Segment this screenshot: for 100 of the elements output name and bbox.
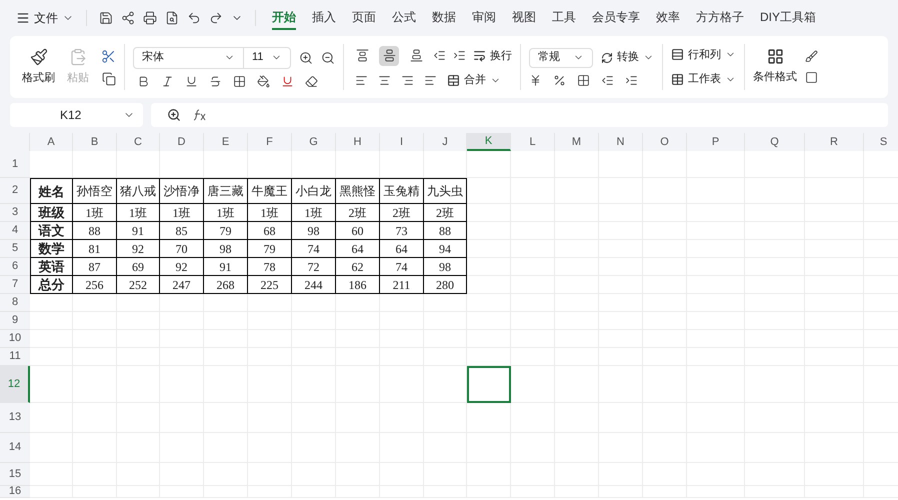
empty-cell[interactable] [248, 294, 292, 312]
empty-cell[interactable] [292, 294, 336, 312]
number-format-field[interactable]: 常规 [529, 48, 593, 68]
column-header[interactable]: K [467, 133, 511, 151]
empty-cell[interactable] [511, 366, 555, 403]
brush-icon[interactable] [30, 48, 48, 66]
ribbon-tab[interactable]: 开始 [272, 6, 296, 30]
row-header[interactable]: 8 [0, 294, 30, 312]
row-header[interactable]: 11 [0, 348, 30, 366]
column-header[interactable]: L [511, 133, 555, 151]
empty-cell[interactable] [248, 151, 292, 178]
empty-cell[interactable] [511, 403, 555, 433]
empty-cell[interactable] [467, 222, 511, 240]
empty-cell[interactable] [292, 151, 336, 178]
empty-cell[interactable] [467, 178, 511, 204]
column-header[interactable]: N [599, 133, 643, 151]
row-header[interactable]: 5 [0, 240, 30, 258]
empty-cell[interactable] [687, 151, 745, 178]
row-header[interactable]: 14 [0, 433, 30, 463]
ribbon-tab[interactable]: 审阅 [472, 6, 496, 30]
column-header[interactable]: A [30, 133, 73, 151]
print-preview-icon[interactable] [165, 11, 179, 25]
row-header[interactable]: 15 [0, 463, 30, 486]
ribbon-tab[interactable]: 数据 [432, 6, 456, 30]
column-header[interactable]: P [687, 133, 745, 151]
copy-icon[interactable] [102, 72, 116, 86]
rows-columns-button[interactable]: 行和列 [671, 46, 736, 63]
empty-cell[interactable] [467, 294, 511, 312]
empty-cell[interactable] [73, 151, 117, 178]
empty-cell[interactable] [336, 151, 380, 178]
row-header[interactable]: 16 [0, 486, 30, 498]
empty-cell[interactable] [467, 276, 511, 294]
empty-cell[interactable] [73, 294, 117, 312]
ribbon-tab[interactable]: DIY工具箱 [760, 6, 816, 30]
empty-cell[interactable] [805, 151, 864, 178]
align-button[interactable] [379, 46, 399, 66]
ribbon-tab[interactable]: 效率 [656, 6, 680, 30]
ribbon-tab[interactable]: 方方格子 [696, 6, 744, 30]
clipboard-icon[interactable] [69, 48, 87, 66]
file-menu[interactable]: 文件 [12, 9, 78, 27]
format-painter-button[interactable]: 格式刷 [22, 70, 55, 86]
column-header[interactable]: B [73, 133, 117, 151]
column-header[interactable]: C [117, 133, 160, 151]
worksheet-button[interactable]: 工作表 [671, 71, 736, 88]
empty-cell[interactable] [467, 258, 511, 276]
border-icon[interactable] [233, 74, 246, 88]
empty-cell[interactable] [424, 151, 467, 178]
row-header[interactable]: 9 [0, 312, 30, 330]
empty-cell[interactable] [643, 151, 687, 178]
ribbon-tab[interactable]: 会员专享 [592, 6, 640, 30]
empty-cell[interactable] [467, 151, 511, 178]
empty-cell[interactable] [511, 151, 555, 178]
convert-button[interactable]: 转换 [601, 49, 654, 66]
column-header[interactable]: R [805, 133, 864, 151]
empty-cell[interactable] [599, 151, 643, 178]
empty-cell[interactable] [745, 151, 805, 178]
align-center-icon[interactable] [378, 74, 391, 86]
empty-cell[interactable] [424, 294, 467, 312]
align-left-icon[interactable] [355, 74, 368, 86]
redo-icon[interactable] [209, 11, 223, 25]
column-header[interactable]: Q [745, 133, 805, 151]
conditional-format-button[interactable]: 条件格式 [753, 48, 797, 86]
column-header[interactable]: E [204, 133, 248, 151]
zoom-icon[interactable] [167, 108, 181, 122]
cell-icon[interactable] [805, 71, 818, 84]
currency-icon[interactable] [529, 74, 542, 86]
row-header[interactable]: 12 [0, 366, 30, 403]
empty-cell[interactable] [160, 151, 204, 178]
empty-cell[interactable] [117, 151, 160, 178]
eraser-icon[interactable] [305, 74, 318, 88]
empty-cell[interactable] [511, 348, 555, 366]
save-icon[interactable] [99, 11, 113, 25]
column-header[interactable]: D [160, 133, 204, 151]
empty-cell[interactable] [467, 403, 511, 433]
function-icon[interactable] [193, 109, 207, 121]
empty-cell[interactable] [204, 151, 248, 178]
empty-cell[interactable] [160, 294, 204, 312]
justify-icon[interactable] [424, 74, 437, 86]
empty-cell[interactable] [467, 348, 511, 366]
share-icon[interactable] [121, 11, 135, 25]
column-header[interactable]: O [643, 133, 687, 151]
undo-icon[interactable] [187, 11, 201, 25]
empty-cell[interactable] [424, 348, 467, 366]
scissors-icon[interactable] [101, 48, 116, 64]
empty-cell[interactable] [380, 294, 424, 312]
row-header[interactable]: 2 [0, 178, 30, 204]
print-icon[interactable] [143, 11, 157, 25]
row-header[interactable]: 13 [0, 403, 30, 433]
style-icon[interactable] [805, 50, 818, 63]
column-header[interactable]: S [864, 133, 898, 151]
percent-icon[interactable] [553, 74, 566, 86]
empty-cell[interactable] [336, 294, 380, 312]
align-right-icon[interactable] [401, 74, 414, 86]
column-header[interactable]: F [248, 133, 292, 151]
font-color-icon[interactable] [281, 74, 294, 88]
strikethrough-icon[interactable] [209, 74, 222, 88]
ribbon-tab[interactable]: 工具 [552, 6, 576, 30]
ribbon-tab[interactable]: 页面 [352, 6, 376, 30]
indent-increase-icon[interactable] [453, 49, 466, 62]
italic-icon[interactable] [161, 74, 174, 88]
